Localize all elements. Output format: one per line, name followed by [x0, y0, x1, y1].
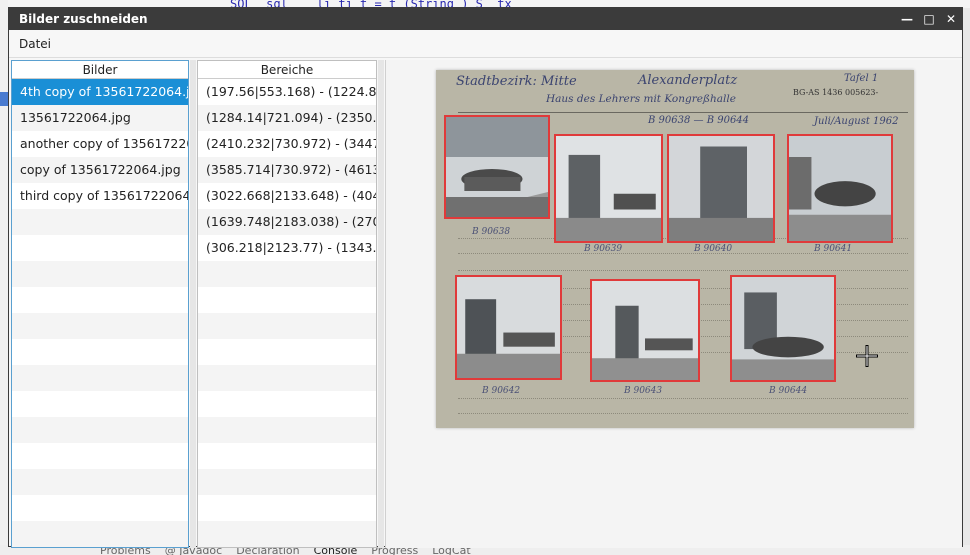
image-list-item — [12, 287, 188, 313]
card-place-text: Alexanderplatz — [638, 73, 738, 88]
region-list-item — [198, 287, 376, 313]
region-list-item[interactable]: (197.56|553.168) - (1224.872 — [198, 79, 376, 105]
image-list-item[interactable]: third copy of 13561722064.jpg — [12, 183, 188, 209]
window-title: Bilder zuschneiden — [19, 12, 148, 26]
photo-label-1: B 90638 — [472, 227, 511, 237]
regions-list: (197.56|553.168) - (1224.872 (1284.14|721… — [198, 79, 376, 547]
maximize-icon[interactable]: □ — [918, 8, 940, 30]
region-list-item — [198, 339, 376, 365]
crop-region-3[interactable] — [667, 134, 775, 243]
region-list-item — [198, 469, 376, 495]
card-rule — [458, 270, 908, 271]
image-list-item — [12, 469, 188, 495]
image-list-item — [12, 209, 188, 235]
crop-region-4[interactable] — [787, 134, 893, 243]
region-list-item — [198, 417, 376, 443]
region-list-item — [198, 261, 376, 287]
archive-card-image: Stadtbezirk: Mitte Alexanderplatz Tafel … — [436, 70, 914, 428]
image-list-item — [12, 391, 188, 417]
image-list-item — [12, 365, 188, 391]
card-rule — [458, 398, 908, 399]
region-list-item — [198, 521, 376, 547]
image-list-item — [12, 495, 188, 521]
card-plate-text: Tafel 1 — [844, 73, 879, 84]
background-marker — [0, 92, 8, 106]
region-list-item[interactable]: (3585.714|730.972) - (4613.0 — [198, 157, 376, 183]
photo-label-6: B 90643 — [624, 386, 663, 396]
close-icon[interactable]: ✕ — [940, 8, 962, 30]
region-list-item[interactable]: (3022.668|2133.648) - (4040. — [198, 183, 376, 209]
region-list-item[interactable]: (306.218|2123.77) - (1343.40 — [198, 235, 376, 261]
photo-label-2: B 90639 — [584, 244, 623, 254]
image-list-item — [12, 417, 188, 443]
image-list-item[interactable]: another copy of 13561722064.jpg — [12, 131, 188, 157]
card-rule — [458, 413, 908, 414]
menu-file[interactable]: Datei — [19, 37, 51, 51]
photo-label-7: B 90644 — [769, 386, 808, 396]
region-list-item[interactable]: (2410.232|730.972) - (3447.4 — [198, 131, 376, 157]
image-list-item — [12, 313, 188, 339]
crop-region-2[interactable] — [554, 134, 663, 243]
image-list-item[interactable]: 13561722064.jpg — [12, 105, 188, 131]
image-list-item — [12, 235, 188, 261]
images-list: 4th copy of 13561722064.jpg 13561722064.j… — [12, 79, 188, 547]
image-list-item — [12, 339, 188, 365]
crop-region-1[interactable] — [444, 115, 550, 219]
card-subject-text: Haus des Lehrers mit Kongreßhalle — [546, 93, 736, 105]
splitter-right[interactable] — [378, 60, 384, 548]
image-viewer[interactable]: Stadtbezirk: Mitte Alexanderplatz Tafel … — [385, 60, 962, 548]
image-list-item — [12, 443, 188, 469]
menubar: Datei — [9, 30, 962, 58]
image-list-item — [12, 261, 188, 287]
region-list-item — [198, 443, 376, 469]
crop-region-7[interactable] — [455, 275, 562, 380]
background-left-gutter — [0, 0, 8, 555]
image-list-item[interactable]: copy of 13561722064.jpg — [12, 157, 188, 183]
images-panel: Bilder 4th copy of 13561722064.jpg 135617… — [11, 60, 189, 548]
region-list-item[interactable]: (1639.748|2183.038) - (2706. — [198, 209, 376, 235]
photo-label-3: B 90640 — [694, 244, 733, 254]
card-district-text: Stadtbezirk: Mitte — [456, 74, 577, 89]
images-column-header[interactable]: Bilder — [12, 61, 188, 79]
image-list-item[interactable]: 4th copy of 13561722064.jpg — [12, 79, 188, 105]
card-date-text: Juli/August 1962 — [814, 116, 899, 127]
regions-panel: Bereiche (197.56|553.168) - (1224.872 (12… — [197, 60, 377, 548]
card-code-stamp: BG-AS 1436 005623- — [793, 88, 879, 97]
regions-column-header[interactable]: Bereiche — [198, 61, 376, 79]
minimize-icon[interactable]: — — [896, 8, 918, 30]
region-list-item — [198, 391, 376, 417]
region-list-item[interactable]: (1284.14|721.094) - (2350.96 — [198, 105, 376, 131]
photo-label-5: B 90642 — [482, 386, 521, 396]
region-list-item — [198, 313, 376, 339]
splitter-left[interactable] — [190, 60, 196, 548]
crop-images-window: Bilder zuschneiden — □ ✕ Datei Bilder 4t… — [8, 7, 963, 548]
region-list-item — [198, 365, 376, 391]
window-titlebar[interactable]: Bilder zuschneiden — □ ✕ — [9, 8, 962, 30]
region-list-item — [198, 495, 376, 521]
crop-region-6[interactable] — [590, 279, 700, 382]
photo-label-4: B 90641 — [814, 244, 853, 254]
crosshair-cursor-icon — [856, 345, 878, 367]
crop-region-5[interactable] — [730, 275, 836, 382]
card-rule — [458, 112, 908, 113]
card-range-text: B 90638 — B 90644 — [648, 115, 750, 126]
image-list-item — [12, 521, 188, 547]
